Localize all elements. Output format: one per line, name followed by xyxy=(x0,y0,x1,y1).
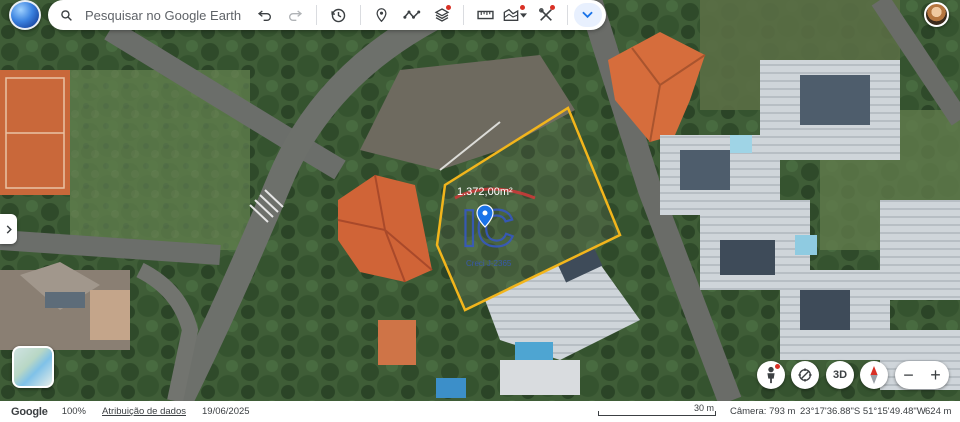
map-imagery[interactable]: IC Creci J-2365 1.372,00m² xyxy=(0,0,960,401)
map-style-notification-dot xyxy=(519,5,525,10)
satellite-map[interactable]: IC Creci J-2365 1.372,00m² xyxy=(0,0,960,401)
ground-elevation: 624 m xyxy=(925,406,952,417)
map-style-button[interactable] xyxy=(500,0,530,30)
google-logo: Google xyxy=(11,405,48,418)
compass-reset-icon xyxy=(798,368,812,382)
ruler-icon xyxy=(477,10,494,20)
watermark-text: Creci J-2365 xyxy=(466,259,512,268)
toggle-3d-label: 3D xyxy=(832,369,848,381)
street-view-notification-dot xyxy=(775,364,780,369)
measure-button[interactable] xyxy=(470,0,500,30)
undo-button[interactable] xyxy=(250,0,280,30)
zoom-controls: − + xyxy=(895,361,949,389)
tools-button[interactable] xyxy=(531,0,561,30)
top-toolbar xyxy=(48,0,606,30)
chevron-right-icon xyxy=(6,224,12,234)
status-bar: Google 100% Atribuição de dados 19/06/20… xyxy=(0,401,960,422)
search-box[interactable] xyxy=(48,0,250,30)
path-icon xyxy=(403,10,421,19)
camera-altitude: Câmera: 793 m xyxy=(730,406,796,417)
account-avatar[interactable] xyxy=(924,2,949,27)
expand-toolbar-button[interactable] xyxy=(573,3,603,27)
search-input[interactable] xyxy=(85,7,250,23)
toggle-3d-button[interactable]: 3D xyxy=(826,361,854,389)
compass-icon xyxy=(870,366,878,384)
zoom-out-button[interactable]: − xyxy=(903,365,914,386)
layers-notification-dot xyxy=(446,5,452,10)
cursor-coordinates: 23°17'36.88"S 51°15'49.48"W xyxy=(800,406,926,417)
street-view-button[interactable] xyxy=(757,361,785,389)
map-style-icon xyxy=(504,8,519,21)
earth-menu-globe-icon[interactable] xyxy=(9,0,41,30)
expand-side-panel-button[interactable] xyxy=(0,214,17,244)
area-label: 1.372,00m² xyxy=(457,186,513,198)
scale-bar: 30 m xyxy=(598,403,716,417)
add-placemark-button[interactable] xyxy=(367,0,397,30)
toolbar-divider xyxy=(316,5,318,25)
compass-button[interactable] xyxy=(860,361,888,389)
reset-view-button[interactable] xyxy=(791,361,819,389)
redo-icon xyxy=(289,10,303,21)
toolbar-divider xyxy=(566,5,568,25)
caret-down-icon xyxy=(520,12,528,18)
data-attribution-link[interactable]: Atribuição de dados xyxy=(102,406,186,417)
historical-imagery-button[interactable] xyxy=(323,0,353,30)
toolbar-divider xyxy=(463,5,465,25)
zoom-in-button[interactable]: + xyxy=(930,365,941,386)
layers-button[interactable] xyxy=(427,0,457,30)
history-icon xyxy=(331,8,346,22)
search-icon xyxy=(61,9,72,21)
placemark-icon xyxy=(376,8,387,23)
undo-icon xyxy=(258,10,272,21)
add-path-button[interactable] xyxy=(397,0,427,30)
scale-bar-line xyxy=(598,411,716,416)
imagery-date: 19/06/2025 xyxy=(202,406,250,417)
redo-button[interactable] xyxy=(280,0,310,30)
toolbar-divider xyxy=(359,5,361,25)
chevron-down-icon xyxy=(582,11,594,19)
map-layer-thumbnail[interactable] xyxy=(12,346,54,388)
zoom-percentage: 100% xyxy=(61,406,87,417)
tools-notification-dot xyxy=(549,5,555,10)
